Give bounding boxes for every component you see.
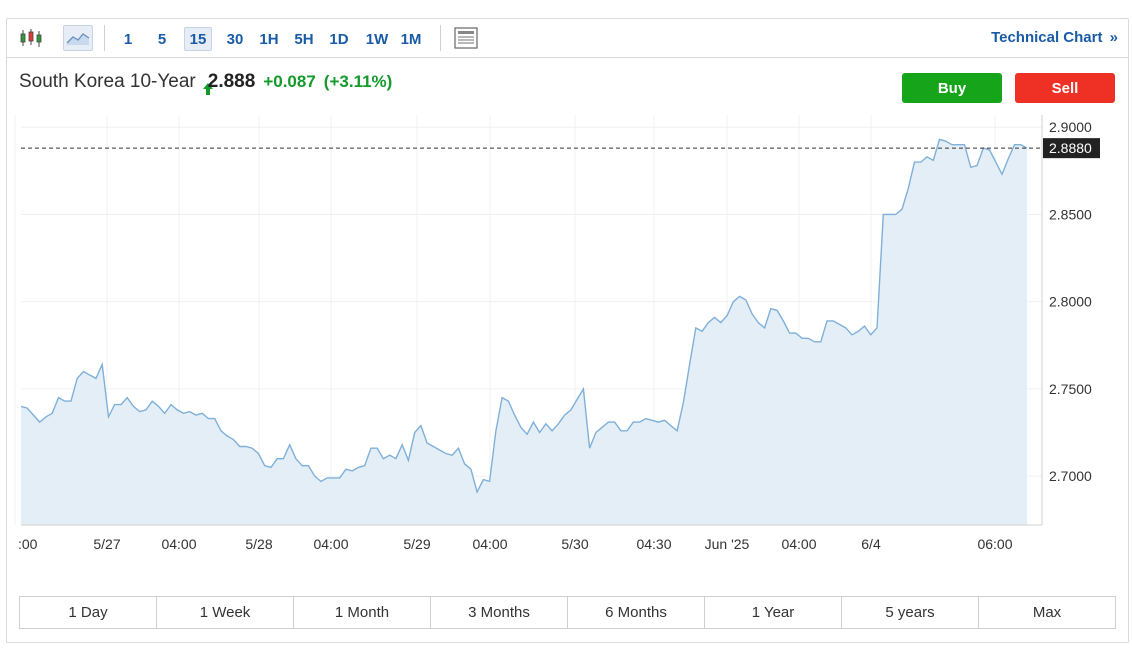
range-button-1-year[interactable]: 1 Year xyxy=(705,597,842,628)
price-area-fill xyxy=(21,139,1027,525)
y-axis-tick-label: 2.9000 xyxy=(1049,119,1092,135)
y-axis-tick-label: 2.7500 xyxy=(1049,381,1092,397)
x-axis-tick-label: 5/28 xyxy=(245,536,272,552)
x-axis-tick-label: 04:00 xyxy=(313,536,348,552)
x-axis-tick-label: 04:00 xyxy=(472,536,507,552)
y-axis-tick-label: 2.8000 xyxy=(1049,294,1092,310)
range-button-max[interactable]: Max xyxy=(979,597,1115,628)
x-axis-tick-label: Jun '25 xyxy=(705,536,750,552)
time-range-selector: 1 Day 1 Week 1 Month 3 Months 6 Months 1 Year… xyxy=(19,596,1116,629)
current-price-tag-label: 2.8880 xyxy=(1049,140,1092,156)
range-button-1-month[interactable]: 1 Month xyxy=(294,597,431,628)
price-chart[interactable]: 2.70002.75002.80002.85002.9000Investing.… xyxy=(7,19,1128,579)
range-button-1-day[interactable]: 1 Day xyxy=(20,597,157,628)
y-axis-tick-label: 2.8500 xyxy=(1049,206,1092,222)
x-axis-tick-label: 06:00 xyxy=(977,536,1012,552)
chart-widget: 1 5 15 30 1H 5H 1D 1W 1M Technical Chart » South… xyxy=(6,18,1129,643)
x-axis-tick-label: 04:00 xyxy=(161,536,196,552)
range-button-3-months[interactable]: 3 Months xyxy=(431,597,568,628)
x-axis-tick-label: :00 xyxy=(18,536,38,552)
range-button-5-years[interactable]: 5 years xyxy=(842,597,979,628)
x-axis-tick-label: 5/29 xyxy=(403,536,430,552)
x-axis-tick-label: 04:30 xyxy=(636,536,671,552)
range-button-1-week[interactable]: 1 Week xyxy=(157,597,294,628)
x-axis-tick-label: 6/4 xyxy=(861,536,881,552)
range-button-6-months[interactable]: 6 Months xyxy=(568,597,705,628)
x-axis-tick-label: 5/30 xyxy=(561,536,588,552)
y-axis-tick-label: 2.7000 xyxy=(1049,468,1092,484)
x-axis-tick-label: 04:00 xyxy=(781,536,816,552)
x-axis-tick-label: 5/27 xyxy=(93,536,120,552)
